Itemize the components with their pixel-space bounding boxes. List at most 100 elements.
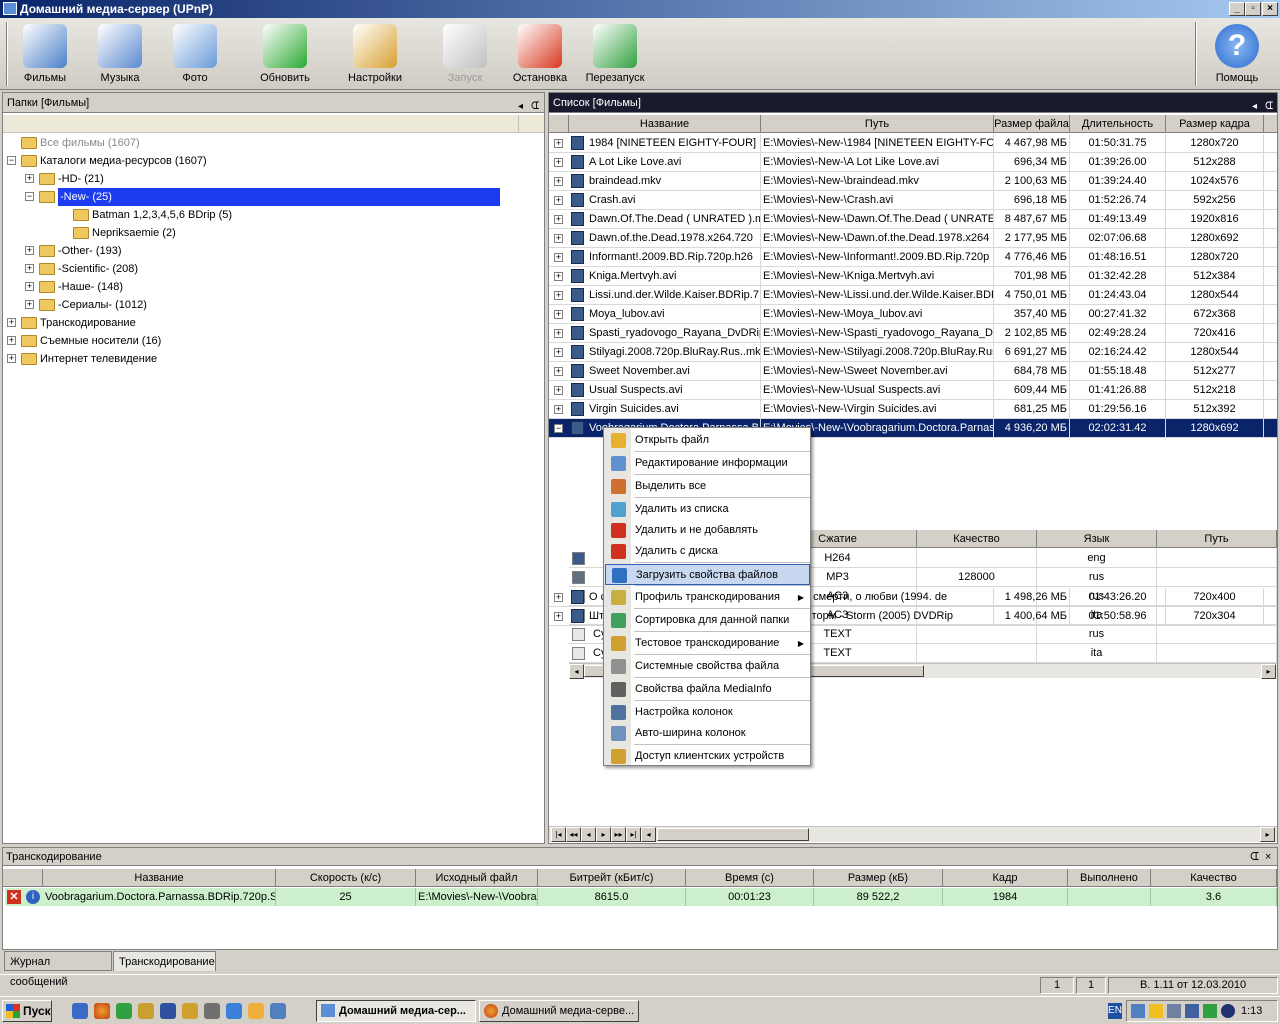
toolbar-button-7[interactable]: Перезапуск <box>580 22 650 88</box>
panel-tab[interactable]: Транскодирование <box>113 951 216 971</box>
quicklaunch-film-icon[interactable] <box>204 1003 220 1019</box>
collapse-row-icon[interactable]: − <box>554 424 563 433</box>
tree-item[interactable]: Все фильмы (1607) <box>21 134 140 152</box>
tree-item[interactable]: -Сериалы- (1012) <box>39 296 147 314</box>
menu-item-5[interactable]: Удалить с диска <box>605 541 810 562</box>
tree-expander[interactable]: + <box>25 174 34 183</box>
table-row[interactable]: + Sweet November.avi E:\Movies\-New-\Sweet… <box>549 362 1277 381</box>
menu-item-2[interactable]: Выделить все <box>605 476 810 497</box>
menu-item-14[interactable]: Доступ клиентских устройств <box>605 746 810 767</box>
tree-expander[interactable]: + <box>7 318 16 327</box>
table-row[interactable]: + Kniga.Mertvyh.avi E:\Movies\-New-\Kniga.… <box>549 267 1277 286</box>
tree-expander[interactable]: + <box>25 282 34 291</box>
tree-item[interactable]: -HD- (21) <box>39 170 104 188</box>
toolbar-button-0[interactable]: Фильмы <box>10 22 80 88</box>
panel-collapse-icon[interactable]: ◂ <box>518 97 523 117</box>
help-button[interactable]: ? Помощь <box>1202 22 1272 88</box>
tree-expander[interactable]: + <box>7 354 16 363</box>
tree-expander[interactable]: + <box>7 336 16 345</box>
panel-collapse-icon[interactable]: ◂ <box>1252 97 1257 117</box>
prev-record-button[interactable]: ◂ <box>581 827 596 842</box>
expand-row-icon[interactable]: + <box>554 139 563 148</box>
quicklaunch-app-icon[interactable] <box>116 1003 132 1019</box>
menu-item-7[interactable]: Профиль транскодирования ▶ <box>605 587 810 608</box>
table-row[interactable]: + Spasti_ryadovogo_Rayana_DvDRip E:\Movies… <box>549 324 1277 343</box>
menu-item-4[interactable]: Удалить и не добавлять <box>605 520 810 541</box>
menu-item-8[interactable]: Сортировка для данной папки <box>605 610 810 631</box>
next-record-button[interactable]: ▸ <box>596 827 611 842</box>
expand-row-icon[interactable]: + <box>554 215 563 224</box>
subtable-header[interactable]: Путь <box>1157 530 1277 548</box>
tree-expander[interactable]: + <box>25 264 34 273</box>
expand-row-icon[interactable]: + <box>554 158 563 167</box>
tree-item[interactable]: -Scientific- (208) <box>39 260 138 278</box>
expand-row-icon[interactable]: + <box>554 253 563 262</box>
next-page-button[interactable]: ▸▸ <box>611 827 626 842</box>
menu-item-9[interactable]: Тестовое транскодирование ▶ <box>605 633 810 654</box>
tree-item[interactable]: Каталоги медиа-ресурсов (1607) <box>21 152 207 170</box>
tree-item[interactable]: -Наше- (148) <box>39 278 123 296</box>
table-row[interactable]: + A Lot Like Love.avi E:\Movies\-New-\A Lo… <box>549 153 1277 172</box>
tray-icon-6[interactable] <box>1221 1004 1235 1018</box>
table-row[interactable]: +1984 [NINETEEN EIGHTY-FOUR] 19 E:\Movies… <box>549 134 1277 153</box>
toolbar-button-4[interactable]: Настройки <box>340 22 410 88</box>
tray-icon-4[interactable] <box>1185 1004 1199 1018</box>
expand-row-icon[interactable]: + <box>554 593 563 602</box>
table-row[interactable]: + braindead.mkv E:\Movies\-New-\braindead.… <box>549 172 1277 191</box>
menu-item-13[interactable]: Авто-ширина колонок <box>605 723 810 744</box>
toolbar-button-6[interactable]: Остановка <box>505 22 575 88</box>
menu-item-12[interactable]: Настройка колонок <box>605 702 810 723</box>
tree-item[interactable]: Интернет телевидение <box>21 350 157 368</box>
table-row[interactable]: + Usual Suspects.avi E:\Movies\-New-\Usual… <box>549 381 1277 400</box>
taskbar-task-browser[interactable]: Домашний медиа-серве... <box>479 1000 639 1022</box>
close-panel-icon[interactable]: × <box>1265 848 1271 866</box>
tree-expander[interactable]: + <box>25 246 34 255</box>
tree-item[interactable]: Nepriksaemie (2) <box>73 224 176 242</box>
scroll-right-button[interactable]: ▸ <box>1260 827 1275 842</box>
last-record-button[interactable]: ▸| <box>626 827 641 842</box>
transcode-column-header[interactable]: Скорость (к/с) <box>276 869 416 887</box>
quicklaunch-desktop-icon[interactable] <box>72 1003 88 1019</box>
menu-item-11[interactable]: Свойства файла MediaInfo <box>605 679 810 700</box>
table-row[interactable]: + Virgin Suicides.avi E:\Movies\-New-\Virg… <box>549 400 1277 419</box>
close-button[interactable]: × <box>1262 2 1278 16</box>
toolbar-button-3[interactable]: Обновить <box>250 22 320 88</box>
transcode-column-header[interactable]: Исходный файл <box>416 869 538 887</box>
info-icon[interactable]: i <box>26 890 40 904</box>
menu-item-6[interactable]: Загрузить свойства файлов <box>605 564 810 585</box>
tree-item[interactable]: Batman 1,2,3,4,5,6 BDrip (5) <box>73 206 232 224</box>
table-row[interactable]: + Lissi.und.der.Wilde.Kaiser.BDRip.7 E:\Mo… <box>549 286 1277 305</box>
table-row[interactable]: + Dawn.Of.The.Dead ( UNRATED ).m E:\Movies… <box>549 210 1277 229</box>
transcode-column-header[interactable]: Качество <box>1151 869 1277 887</box>
tree-item[interactable]: Съемные носители (16) <box>21 332 161 350</box>
menu-item-0[interactable]: Открыть файл <box>605 430 810 451</box>
pin-icon[interactable]: ᗭ <box>1250 848 1259 866</box>
expand-row-icon[interactable]: + <box>554 177 563 186</box>
tree-item[interactable]: -New- (25) <box>39 188 502 206</box>
transcode-column-header[interactable]: Битрейт (кБит/с) <box>538 869 686 887</box>
tree-item[interactable]: Транскодирование <box>21 314 136 332</box>
warning-tray-icon[interactable] <box>1149 1004 1163 1018</box>
internet-explorer-icon[interactable] <box>226 1003 242 1019</box>
quicklaunch-network-icon[interactable] <box>270 1003 286 1019</box>
table-row[interactable]: + Informant!.2009.BD.Rip.720p.h26 E:\Movie… <box>549 248 1277 267</box>
table-row[interactable]: + Crash.avi E:\Movies\-New-\Crash.avi 696,1… <box>549 191 1277 210</box>
column-header[interactable]: Размер кадра <box>1166 115 1264 133</box>
menu-item-1[interactable]: Редактирование информации <box>605 453 810 474</box>
scroll-left-button[interactable]: ◂ <box>569 664 584 679</box>
first-record-button[interactable]: |◂ <box>551 827 566 842</box>
column-header[interactable]: Длительность <box>1070 115 1166 133</box>
column-header[interactable]: Размер файла <box>994 115 1070 133</box>
expand-row-icon[interactable]: + <box>554 234 563 243</box>
firefox-icon[interactable] <box>94 1003 110 1019</box>
expand-row-icon[interactable]: + <box>554 291 563 300</box>
transcode-column-header[interactable]: Размер (кБ) <box>814 869 943 887</box>
table-row[interactable]: + Dawn.of.the.Dead.1978.x264.720 E:\Movies… <box>549 229 1277 248</box>
transcode-column-header[interactable]: Выполнено <box>1068 869 1151 887</box>
expand-row-icon[interactable]: + <box>554 367 563 376</box>
expand-row-icon[interactable]: + <box>554 329 563 338</box>
column-header[interactable]: Путь <box>761 115 994 133</box>
column-header[interactable]: Название <box>569 115 761 133</box>
expand-row-icon[interactable]: + <box>554 310 563 319</box>
transcode-column-header[interactable]: Кадр <box>943 869 1068 887</box>
